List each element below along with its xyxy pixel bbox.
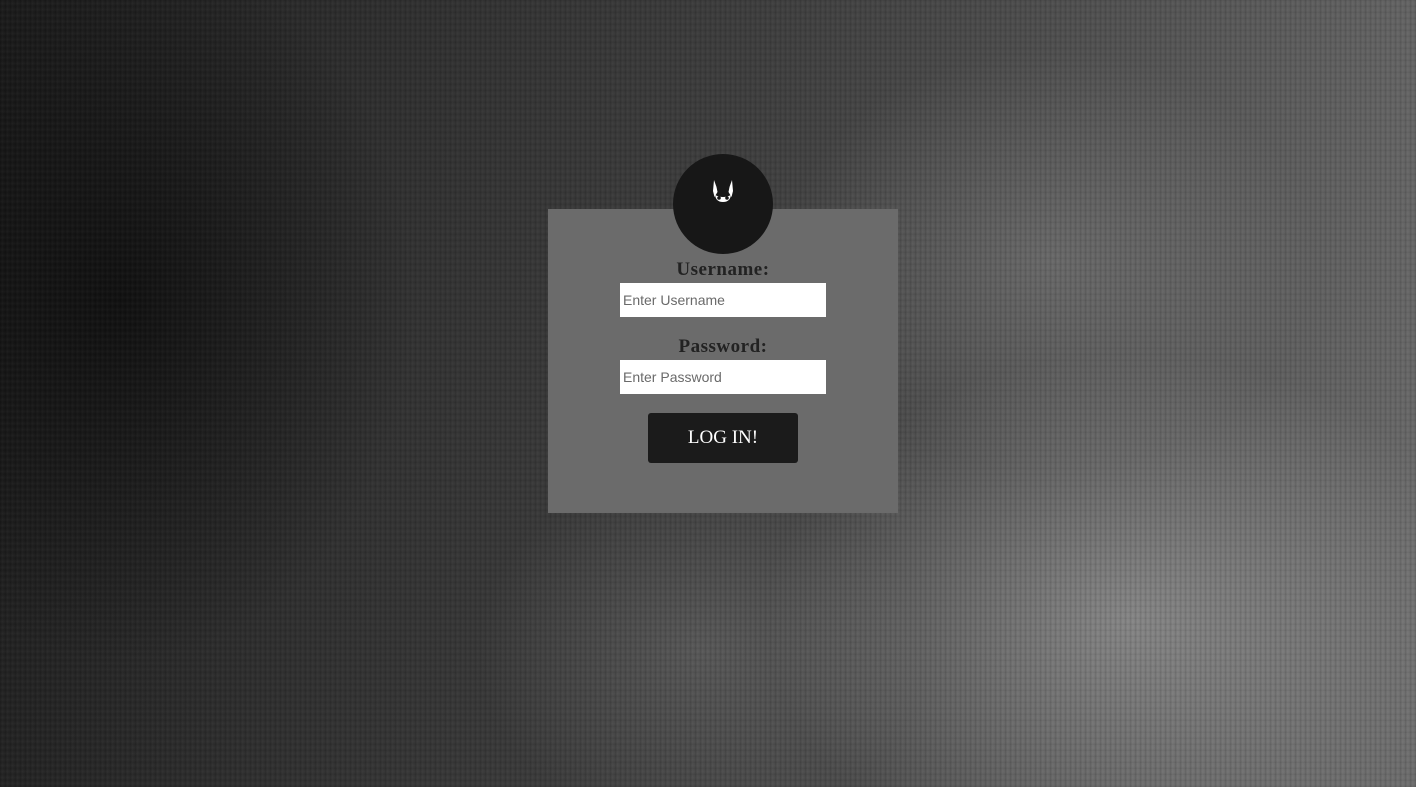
- avatar: [673, 154, 773, 254]
- password-label: Password:: [678, 336, 768, 357]
- bat-ears-icon: [713, 180, 733, 202]
- username-input[interactable]: [620, 283, 826, 317]
- password-input[interactable]: [620, 360, 826, 394]
- username-label: Username:: [676, 259, 770, 280]
- login-button[interactable]: LOG IN!: [648, 413, 798, 463]
